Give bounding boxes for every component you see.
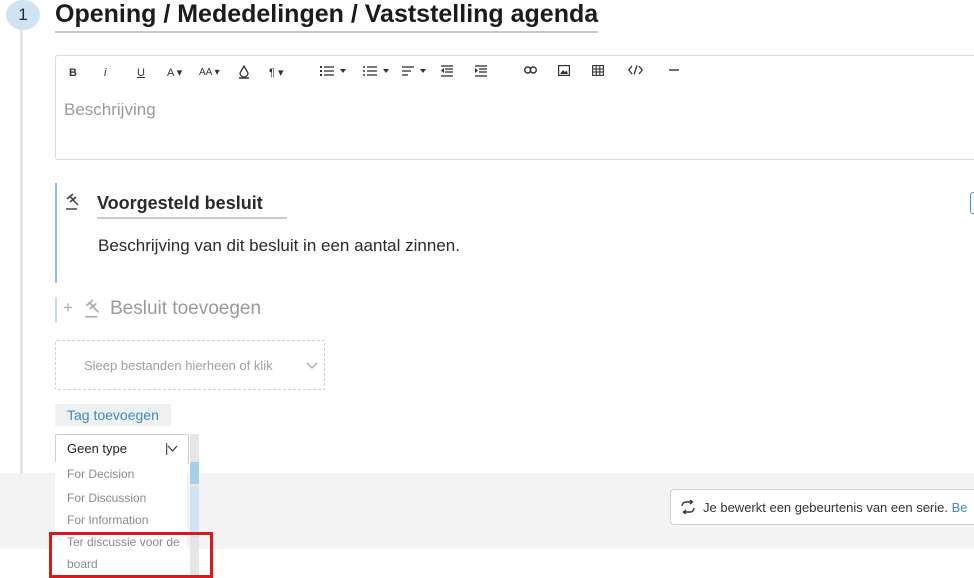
file-dropzone[interactable]: Sleep bestanden hierheen of klik (55, 340, 325, 390)
chevron-down-icon (306, 357, 318, 375)
align-icon[interactable] (402, 65, 428, 77)
scrollbar-thumb[interactable] (190, 462, 199, 484)
agenda-item-title[interactable]: Opening / Mededelingen / Vaststelling ag… (55, 0, 599, 33)
bullet-list-icon[interactable] (363, 65, 391, 77)
proposed-decision-block: Voorgesteld besluit Beschrijving van dit… (55, 183, 974, 283)
type-select[interactable]: Geen type (55, 434, 189, 464)
editor-placeholder: Beschrijving (64, 100, 156, 119)
table-icon[interactable] (592, 65, 604, 76)
outdent-icon[interactable] (441, 65, 453, 77)
option-for-information[interactable]: For Information (67, 513, 148, 527)
agenda-item-number: 1 (6, 0, 40, 30)
highlight-box (49, 532, 213, 578)
add-decision-button[interactable]: + Besluit toevoegen (55, 297, 261, 323)
font-size-label: AA (199, 67, 212, 78)
image-icon[interactable] (558, 65, 570, 76)
dropzone-text: Sleep bestanden hierheen of klik (84, 358, 273, 373)
paragraph-label: ¶ (269, 67, 275, 79)
plus-icon: + (63, 298, 73, 317)
text-color-button[interactable]: A ▾ (167, 65, 182, 81)
description-editor[interactable]: B i U A ▾ AA ▾ ¶ ▾ Beschrijving (55, 55, 974, 160)
gavel-icon (64, 193, 82, 216)
underline-button[interactable]: U (137, 65, 145, 81)
fill-color-icon[interactable] (238, 65, 250, 79)
add-tag-button[interactable]: Tag toevoegen (55, 404, 171, 426)
gavel-icon (83, 299, 103, 324)
paragraph-button[interactable]: ¶ ▾ (269, 65, 284, 81)
link-icon[interactable] (524, 65, 537, 75)
option-for-discussion[interactable]: For Discussion (67, 491, 146, 505)
decision-title[interactable]: Voorgesteld besluit (97, 193, 287, 219)
indent-icon[interactable] (475, 65, 487, 77)
chevron-down-icon (166, 442, 178, 460)
repeat-icon (680, 499, 696, 519)
series-link[interactable]: Be (952, 500, 968, 515)
code-icon[interactable] (628, 65, 643, 75)
series-notice: Je bewerkt een gebeurtenis van een serie… (670, 489, 974, 525)
timeline-line (20, 28, 23, 478)
type-select-value: Geen type (67, 441, 127, 456)
decision-description[interactable]: Beschrijving van dit besluit in een aant… (98, 236, 460, 256)
text-color-label: A (167, 67, 174, 79)
scrollbar-highlight (190, 487, 199, 537)
horizontal-rule-icon[interactable] (669, 65, 679, 75)
bold-button[interactable]: B (69, 65, 77, 81)
ordered-list-icon[interactable] (320, 65, 348, 77)
add-decision-label: Besluit toevoegen (110, 298, 262, 319)
series-notice-text: Je bewerkt een gebeurtenis van een serie… (703, 500, 968, 515)
font-size-button[interactable]: AA ▾ (199, 65, 220, 81)
option-for-decision[interactable]: For Decision (67, 467, 134, 481)
italic-button[interactable]: i (104, 65, 106, 81)
decision-action-button[interactable] (970, 192, 974, 214)
series-message: Je bewerkt een gebeurtenis van een serie… (703, 500, 948, 515)
